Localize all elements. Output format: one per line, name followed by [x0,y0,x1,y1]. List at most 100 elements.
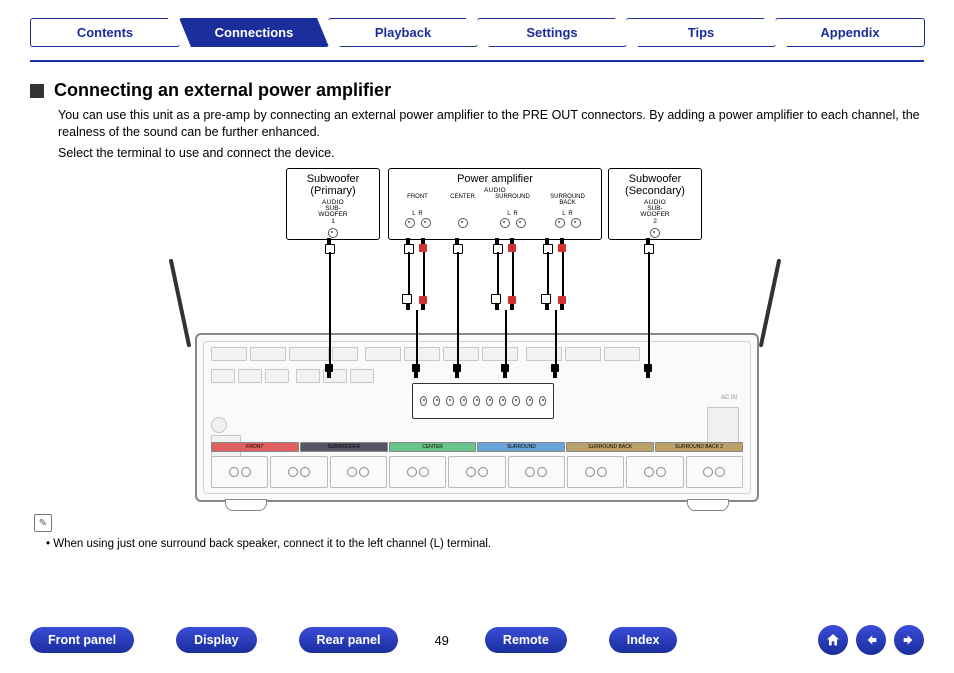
arrow-right-icon [901,632,917,648]
amp-col-surround-back: SURROUND BACK [545,194,591,206]
rca-plug-icon [542,238,552,252]
cable-icon [408,252,410,300]
jack-icon [650,228,660,238]
jack-icon [539,396,546,406]
speaker-terminal-row [211,456,743,488]
link-remote[interactable]: Remote [485,627,567,653]
receiver-foot-icon [687,499,729,511]
tab-connections[interactable]: Connections [179,18,329,47]
rca-plug-icon [411,364,421,378]
jack-icon [571,218,581,228]
rca-plug-icon [643,364,653,378]
tab-contents[interactable]: Contents [30,18,180,47]
sub-primary-title2: (Primary) [293,185,373,197]
cable-icon [423,252,425,300]
cable-icon [329,252,331,377]
jack-icon [405,218,415,228]
sub-secondary-title2: (Secondary) [615,185,695,197]
page-number: 49 [434,633,448,648]
home-button[interactable] [818,625,848,655]
tabs-underline [30,60,924,62]
lr-l: L [562,211,565,217]
link-display[interactable]: Display [176,627,256,653]
jack-icon [486,396,493,406]
lr-r: R [513,211,517,217]
tab-tips[interactable]: Tips [626,18,776,47]
sub-secondary-port-label: SUB- WOOFER [615,206,695,219]
rca-plug-icon [324,364,334,378]
cable-icon [457,252,459,377]
lr-r: R [568,211,572,217]
ac-in-label: AC IN [721,395,737,401]
rca-plug-icon [403,296,413,310]
amp-col-front: FRONT [400,194,436,206]
lr-r: R [418,211,422,217]
heading-bullet-icon [30,84,44,98]
body-paragraph-1: You can use this unit as a pre-amp by co… [58,107,924,141]
jack-icon [446,396,453,406]
chan-front: FRONT [211,442,299,452]
amp-col-surround: SURROUND [490,194,536,206]
rca-plug-icon [418,238,428,252]
rca-plug-icon [492,296,502,310]
rca-plug-icon [403,238,413,252]
sub-secondary-number: 2 [615,219,695,226]
rca-plug-icon [542,296,552,310]
receiver-port-row [211,347,743,365]
note-text: When using just one surround back speake… [46,538,924,550]
lr-l: L [412,211,415,217]
tab-settings[interactable]: Settings [477,18,627,47]
receiver-rear-panel: AC IN FRONT SUBWOOFER CENTER SURROUND SU… [195,333,759,502]
tab-appendix[interactable]: Appendix [775,18,925,47]
jack-icon [420,396,427,406]
jack-icon [328,228,338,238]
sub-primary-title1: Subwoofer [293,173,373,185]
channel-label-strip: FRONT SUBWOOFER CENTER SURROUND SURROUND… [211,442,743,452]
ac-in-port [707,407,739,443]
rca-plug-icon [324,238,334,252]
chan-surround-back: SURROUND BACK [566,442,654,452]
chan-surround-back2: SURROUND BACK 2 [655,442,743,452]
rca-plug-icon [452,364,462,378]
jack-icon [460,396,467,406]
sub-primary-number: 1 [293,219,373,226]
jack-icon [516,218,526,228]
cable-icon [512,252,514,300]
section-heading: Connecting an external power amplifier [30,80,924,101]
jack-icon [555,218,565,228]
link-front-panel[interactable]: Front panel [30,627,134,653]
amp-col-center: CENTER [445,194,481,206]
device-subwoofer-secondary: Subwoofer (Secondary) AUDIO SUB- WOOFER … [608,168,702,240]
cable-icon [562,252,564,300]
rca-plug-icon [557,296,567,310]
home-icon [825,632,841,648]
preout-connector-block [412,383,554,419]
cable-icon [648,252,650,377]
connection-diagram: Subwoofer (Primary) AUDIO SUB- WOOFER 1 … [30,168,924,513]
rca-plug-icon [643,238,653,252]
jack-icon [500,218,510,228]
rca-plug-icon [452,238,462,252]
antenna-left-icon [169,258,192,347]
sub-primary-port-label: SUB- WOOFER [293,206,373,219]
chan-center: CENTER [389,442,477,452]
antenna-right-icon [759,258,782,347]
link-rear-panel[interactable]: Rear panel [299,627,399,653]
port-icon [211,417,227,433]
next-page-button[interactable] [894,625,924,655]
jack-icon [433,396,440,406]
rca-plug-icon [557,238,567,252]
jack-icon [499,396,506,406]
tab-playback[interactable]: Playback [328,18,478,47]
top-tabs: Contents Connections Playback Settings T… [30,18,924,47]
cable-icon [497,252,499,300]
chan-subwoofer: SUBWOOFER [300,442,388,452]
prev-page-button[interactable] [856,625,886,655]
rca-plug-icon [492,238,502,252]
power-amp-audio-label: AUDIO [395,187,595,194]
device-subwoofer-primary: Subwoofer (Primary) AUDIO SUB- WOOFER 1 [286,168,380,240]
rca-plug-icon [418,296,428,310]
jack-icon [473,396,480,406]
cable-icon [547,252,549,300]
link-index[interactable]: Index [609,627,678,653]
